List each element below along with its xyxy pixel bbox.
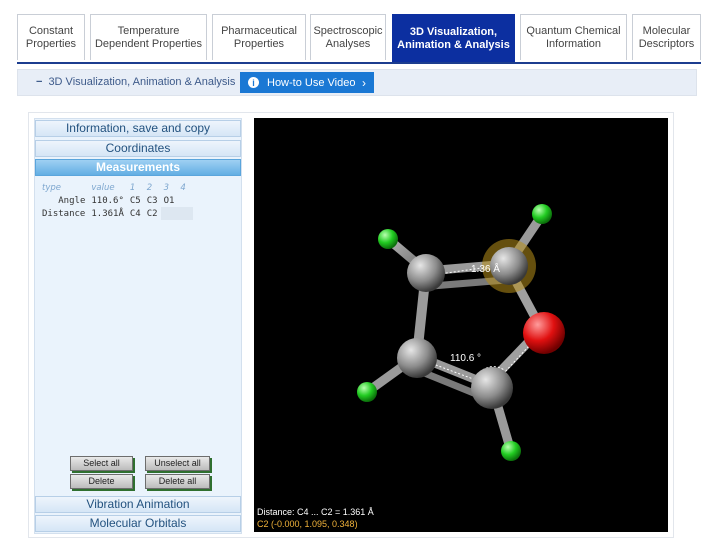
accordion-measurements[interactable]: Measurements [35, 159, 241, 176]
cell-type: Distance [42, 208, 86, 219]
how-to-video-button[interactable]: i How-to Use Video › [240, 72, 374, 93]
cell-atom: C5 [129, 195, 141, 206]
control-panel: Information, save and copy Coordinates M… [34, 118, 242, 534]
tab-constant-properties[interactable]: Constant Properties [17, 14, 85, 60]
tab-molecular-descriptors[interactable]: Molecular Descriptors [632, 14, 701, 60]
column-header: 2 [146, 182, 153, 193]
angle-label: 110.6 ° [450, 353, 481, 364]
cell-atom [177, 194, 193, 207]
molecule-3d-viewer[interactable]: 1.36 Å 110.6 ° Distance: C4 ... C2 = 1.3… [254, 118, 668, 532]
tab-label: Spectroscopic Analyses [313, 24, 383, 50]
cell-atom [177, 207, 194, 220]
hydrogen-atom[interactable] [532, 204, 552, 224]
collapse-icon[interactable]: − [36, 76, 42, 88]
tab-spectroscopic-analyses[interactable]: Spectroscopic Analyses [310, 14, 386, 60]
category-tab-bar: Constant Properties Temperature Dependen… [17, 14, 701, 64]
accordion-vibration-animation[interactable]: Vibration Animation [35, 496, 241, 513]
tab-label: Pharmaceutical Properties [221, 24, 297, 50]
tab-pharmaceutical-properties[interactable]: Pharmaceutical Properties [212, 14, 306, 60]
table-row[interactable]: Distance 1.361Å C4 C2 [39, 207, 194, 220]
table-row[interactable]: Angle 110.6° C5 C3 O1 [39, 194, 193, 207]
tab-label: 3D Visualization, Animation & Analysis [397, 25, 510, 51]
measurements-table: type value 1 2 3 4 Angle 110.6° C5 C3 O1… [39, 181, 194, 220]
status-atom-coordinates: C2 (-0.000, 1.095, 0.348) [257, 519, 358, 529]
tab-label: Molecular Descriptors [638, 24, 695, 50]
cell-atom: O1 [163, 195, 175, 206]
oxygen-atom-o1[interactable] [523, 312, 565, 354]
cell-atom: C2 [146, 208, 158, 219]
column-header: 3 [163, 182, 169, 193]
atoms [357, 204, 565, 461]
cell-atom: C3 [146, 195, 158, 206]
molecule-canvas[interactable]: 1.36 Å 110.6 ° [254, 118, 668, 532]
unselect-all-button[interactable]: Unselect all [145, 456, 210, 471]
hydrogen-atom[interactable] [501, 441, 521, 461]
section-breadcrumb[interactable]: −3D Visualization, Animation & Analysis [36, 76, 235, 88]
cell-value: 1.361Å [91, 208, 124, 219]
cell-atom [160, 207, 178, 220]
carbon-atom-c4[interactable] [407, 254, 445, 292]
accordion-coordinates[interactable]: Coordinates [35, 140, 241, 157]
carbon-atom-c5[interactable] [471, 367, 513, 409]
accordion-information[interactable]: Information, save and copy [35, 120, 241, 137]
cell-type: Angle [58, 195, 86, 206]
carbon-atom-c3[interactable] [397, 338, 437, 378]
hydrogen-atom[interactable] [357, 382, 377, 402]
cell-value: 110.6° [91, 195, 124, 206]
section-header: −3D Visualization, Animation & Analysis … [17, 69, 697, 96]
tab-label: Temperature Dependent Properties [94, 24, 202, 50]
column-header: 1 [129, 182, 136, 193]
tab-label: Quantum Chemical Information [526, 24, 621, 50]
column-header: value [91, 182, 115, 193]
tab-label: Constant Properties [25, 24, 77, 50]
chevron-right-icon: › [362, 75, 366, 90]
table-header-row: type value 1 2 3 4 [39, 181, 193, 194]
delete-all-button[interactable]: Delete all [145, 474, 210, 489]
section-title: 3D Visualization, Animation & Analysis [48, 76, 236, 88]
column-header: type [42, 182, 61, 193]
hydrogen-atom[interactable] [378, 229, 398, 249]
delete-button[interactable]: Delete [70, 474, 133, 489]
how-to-video-label: How-to Use Video [267, 76, 356, 89]
cell-atom: C4 [129, 208, 141, 219]
info-icon: i [248, 77, 259, 88]
select-all-button[interactable]: Select all [70, 456, 133, 471]
status-distance: Distance: C4 ... C2 = 1.361 Å [257, 507, 374, 517]
column-header: 4 [180, 182, 186, 193]
tab-quantum-chemical-information[interactable]: Quantum Chemical Information [520, 14, 627, 60]
accordion-molecular-orbitals[interactable]: Molecular Orbitals [35, 515, 241, 532]
tab-3d-visualization[interactable]: 3D Visualization, Animation & Analysis [392, 14, 515, 62]
distance-label: 1.36 Å [471, 262, 500, 275]
tab-temperature-dependent-properties[interactable]: Temperature Dependent Properties [90, 14, 207, 60]
